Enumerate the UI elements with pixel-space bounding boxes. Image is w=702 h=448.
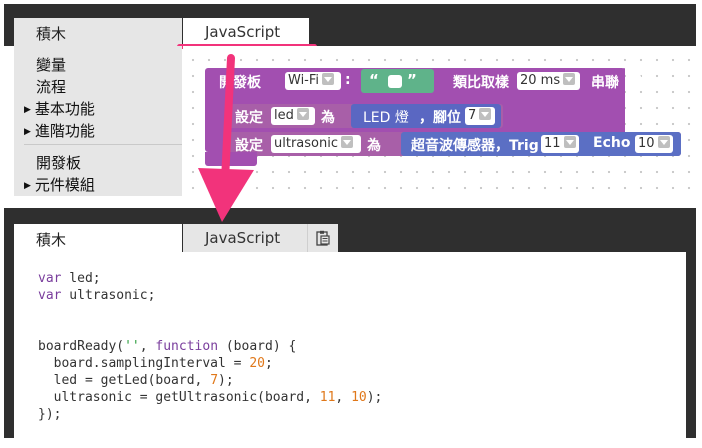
board-block-edge [623,68,625,94]
dropdown-arrow-icon [563,73,576,85]
echo-pin-dropdown[interactable]: 10 [635,135,673,153]
copy-code-button[interactable] [307,224,338,252]
toolbox-item-advanced[interactable]: ▶ 進階功能 [24,120,95,141]
board-block-footer [205,152,257,166]
javascript-code-panel: 積木 JavaScript var led; var ultrasonic; b… [0,208,702,448]
led-pin-dropdown[interactable]: 7 [465,107,495,125]
dropdown-arrow-icon [296,108,309,120]
expand-arrow-icon: ▶ [24,181,31,191]
clipboard-icon [316,230,330,246]
dropdown-arrow-icon [479,108,492,120]
dropdown-arrow-icon [340,136,353,148]
toolbox-item-flow[interactable]: 流程 [36,76,66,97]
string-block[interactable]: “ ” [361,69,434,93]
blockly-editor-panel: 積木 JavaScript 變量 流程 ▶ 基本功能 ▶ 進階功能 開發板 ▶ 元件模… [0,0,702,205]
code-view[interactable]: var led; var ultrasonic; boardReady('', … [4,252,696,438]
serial-checkbox[interactable] [629,74,641,88]
set-ultrasonic-block[interactable]: 設定 ultrasonic 為 超音波傳感器，Trig 11 Echo 10 [225,132,681,156]
toolbox-item-basic[interactable]: ▶ 基本功能 [24,98,95,119]
tab-blocks-label: 積木 [36,25,67,43]
led-variable-dropdown[interactable]: led [271,107,315,125]
expand-arrow-icon: ▶ [24,105,31,115]
tab-javascript-label: JavaScript [205,23,281,41]
block-toolbox: 變量 流程 ▶ 基本功能 ▶ 進階功能 開發板 ▶ 元件模組 [14,46,182,196]
led-component-block[interactable]: LED 燈 ，腳位 7 [351,104,501,128]
tab-javascript[interactable]: JavaScript [183,224,307,252]
ultrasonic-component-block[interactable]: 超音波傳感器，Trig 11 Echo 10 [401,132,681,156]
empty-text-field[interactable] [388,75,402,88]
tab-blocks[interactable]: 積木 [14,18,182,46]
tab-javascript[interactable]: JavaScript [183,18,309,46]
tab-javascript-label: JavaScript [205,229,281,247]
javascript-code: var led; var ultrasonic; boardReady('', … [38,271,383,422]
ultrasonic-variable-dropdown[interactable]: ultrasonic [271,135,361,153]
dropdown-arrow-icon [657,136,670,148]
toolbox-item-modules[interactable]: ▶ 元件模組 [24,174,95,195]
board-type-dropdown[interactable]: Wi-Fi [285,72,341,90]
toolbox-divider [24,144,182,145]
sampling-dropdown[interactable]: 20 ms [517,72,580,90]
set-led-block[interactable]: 設定 led 為 LED 燈 ，腳位 7 [225,104,503,128]
sampling-label: 類比取樣 [453,75,509,91]
tab-blocks-label: 積木 [36,231,67,249]
expand-arrow-icon: ▶ [24,127,31,137]
toolbox-item-variables[interactable]: 變量 [36,54,66,75]
block-workspace[interactable]: 開發板 Wi-Fi : “ ” 類比取樣 20 ms 串聯 設定 led 為 L… [183,46,696,196]
board-label: 開發板 [219,75,261,91]
tab-blocks[interactable]: 積木 [14,224,182,252]
serial-label: 串聯 [591,75,619,91]
toolbox-item-board[interactable]: 開發板 [36,152,81,173]
trig-pin-dropdown[interactable]: 11 [541,135,579,153]
dropdown-arrow-icon [322,73,335,85]
dropdown-arrow-icon [563,136,576,148]
